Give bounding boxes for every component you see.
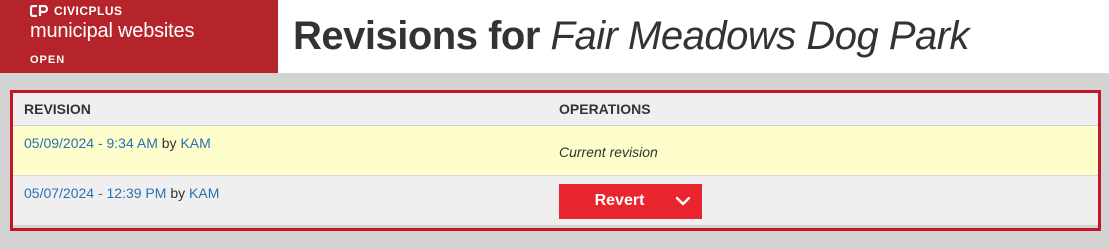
revert-dropbutton: Revert	[559, 183, 702, 219]
page-title-node: Fair Meadows Dog Park	[550, 14, 970, 58]
operations-cell: Current revision	[559, 125, 1098, 176]
page-title: Revisions for Fair Meadows Dog Park	[293, 14, 970, 59]
revision-by-text: by	[166, 184, 190, 201]
revert-button[interactable]: Revert	[559, 192, 664, 210]
table-row: 05/09/2024 - 9:34 AM by KAM Current revi…	[13, 125, 1098, 176]
current-revision-label: Current revision	[559, 143, 658, 160]
brand-status: OPEN	[30, 54, 66, 66]
brand-product: municipal websites	[30, 20, 195, 42]
revert-dropdown-toggle[interactable]	[664, 184, 702, 219]
table-header-row: REVISION OPERATIONS	[13, 93, 1098, 126]
revision-cell: 05/07/2024 - 12:39 PM by KAM	[13, 175, 559, 225]
revision-date-link[interactable]: 05/09/2024 - 9:34 AM	[24, 135, 158, 151]
operations-cell: Revert	[559, 175, 1098, 225]
brand-logo-row: CIVICPLUS	[30, 4, 123, 18]
top-bar: CIVICPLUS municipal websites OPEN Revisi…	[0, 0, 1109, 73]
revision-author-link[interactable]: KAM	[189, 185, 219, 201]
brand-block[interactable]: CIVICPLUS municipal websites OPEN	[0, 0, 278, 73]
revisions-table: REVISION OPERATIONS 05/09/2024 - 9:34 AM…	[13, 93, 1098, 225]
revision-by-text: by	[157, 134, 181, 151]
page-title-prefix: Revisions for	[293, 14, 551, 58]
chevron-down-icon	[675, 196, 691, 206]
table-row: 05/07/2024 - 12:39 PM by KAM Revert	[13, 175, 1098, 225]
header-operations: OPERATIONS	[559, 93, 1098, 126]
civicplus-logo-icon	[30, 5, 48, 17]
header-revision: REVISION	[13, 93, 559, 126]
revision-date-link[interactable]: 05/07/2024 - 12:39 PM	[24, 185, 166, 201]
brand-name: CIVICPLUS	[54, 4, 123, 18]
revision-author-link[interactable]: KAM	[180, 135, 210, 151]
revision-cell: 05/09/2024 - 9:34 AM by KAM	[13, 125, 559, 176]
